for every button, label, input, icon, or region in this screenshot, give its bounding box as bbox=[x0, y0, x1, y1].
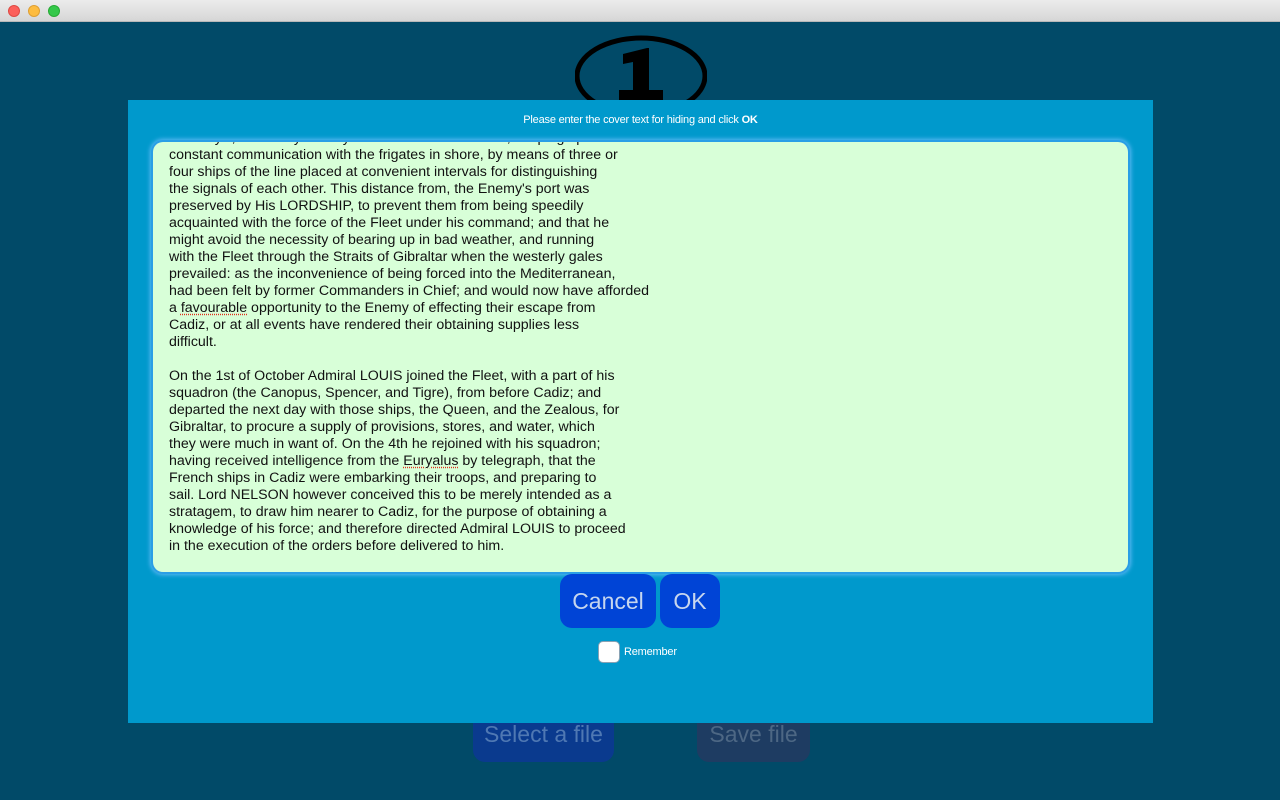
prompt-ok-word: OK bbox=[741, 114, 758, 126]
cover-text-area[interactable]: St. Mary's, about fifty or sixty miles w… bbox=[153, 142, 1128, 572]
cover-text-content[interactable]: St. Mary's, about fifty or sixty miles w… bbox=[169, 142, 769, 555]
minimize-window-button[interactable] bbox=[28, 5, 40, 17]
prompt-text: Please enter the cover text for hiding a… bbox=[523, 114, 742, 126]
remember-option: Remember bbox=[598, 640, 677, 664]
remember-checkbox[interactable] bbox=[598, 641, 620, 663]
remember-label: Remember bbox=[624, 646, 677, 658]
misspelled-word-favourable: favourable bbox=[180, 300, 248, 316]
misspelled-word-euryalus: Euryalus bbox=[403, 453, 459, 469]
title-bar bbox=[0, 0, 1280, 22]
maximize-window-button[interactable] bbox=[48, 5, 60, 17]
cancel-button[interactable]: Cancel bbox=[560, 574, 656, 628]
dialog-prompt: Please enter the cover text for hiding a… bbox=[128, 114, 1153, 126]
app-window: Select a file Save file Please enter the… bbox=[0, 0, 1280, 800]
cover-text-part-2: opportunity to the Enemy of effecting th… bbox=[169, 300, 620, 469]
cover-text-dialog: Please enter the cover text for hiding a… bbox=[128, 100, 1153, 723]
cover-text-part-1: St. Mary's, about fifty or sixty miles w… bbox=[169, 142, 650, 316]
ok-button[interactable]: OK bbox=[660, 574, 720, 628]
close-window-button[interactable] bbox=[8, 5, 20, 17]
